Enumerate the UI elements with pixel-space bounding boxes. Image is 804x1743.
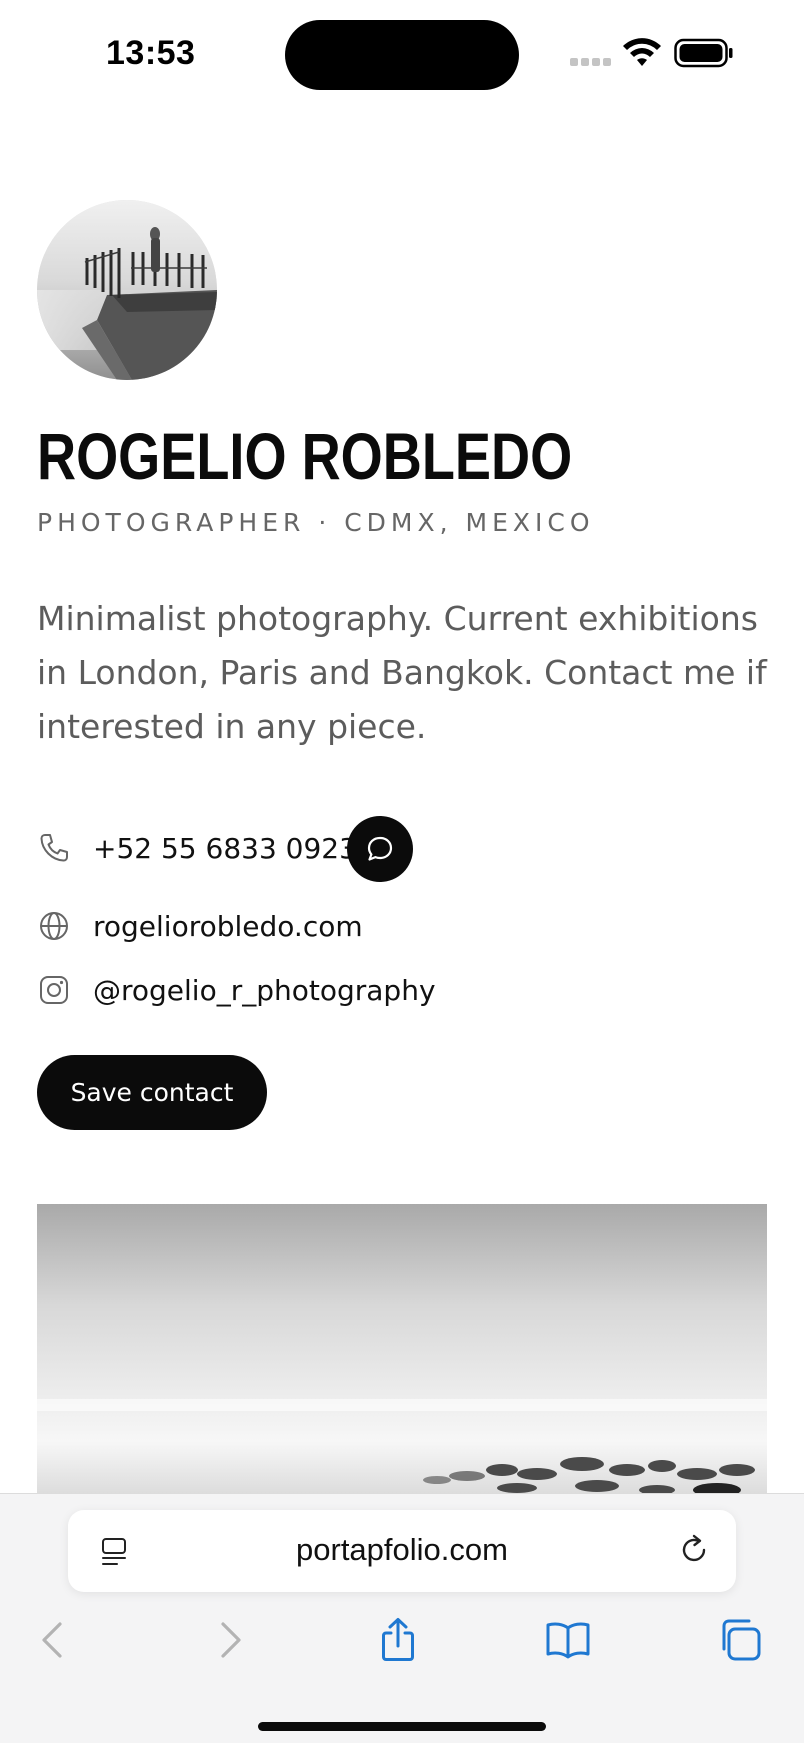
bookmarks-icon[interactable] [544, 1616, 592, 1664]
chat-bubble-icon [367, 836, 393, 861]
phone-row[interactable]: +52 55 6833 0923 [37, 826, 357, 870]
globe-icon [40, 912, 68, 940]
instagram-row[interactable]: @rogelio_r_photography [37, 968, 436, 1012]
website-link[interactable]: rogeliorobledo.com [93, 910, 363, 943]
dynamic-island [285, 20, 519, 90]
avatar-pier-photo [37, 200, 217, 380]
gallery-photo[interactable] [37, 1204, 767, 1494]
seascape-photo [37, 1204, 767, 1494]
battery-icon [674, 38, 733, 68]
share-icon[interactable] [374, 1616, 422, 1664]
instagram-handle[interactable]: @rogelio_r_photography [93, 974, 436, 1007]
save-contact-button[interactable]: Save contact [37, 1055, 267, 1130]
profile-bio: Minimalist photography. Current exhibiti… [37, 599, 767, 746]
signal-icon [570, 58, 612, 66]
phone-number[interactable]: +52 55 6833 0923 [93, 832, 357, 865]
wifi-icon [623, 38, 661, 66]
phone-icon [40, 834, 68, 862]
tabs-icon[interactable] [716, 1616, 764, 1664]
browser-toolbar: portapfolio.com [0, 1493, 804, 1743]
avatar [37, 200, 217, 380]
back-icon[interactable] [30, 1616, 78, 1664]
reload-icon[interactable] [676, 1532, 712, 1568]
forward-icon[interactable] [205, 1616, 253, 1664]
home-indicator[interactable] [258, 1722, 546, 1731]
message-button[interactable] [347, 816, 413, 882]
instagram-icon [40, 976, 68, 1004]
status-bar: 13:53 [0, 0, 804, 110]
status-time: 13:53 [106, 34, 196, 72]
url-text[interactable]: portapfolio.com [68, 1532, 736, 1568]
profile-subtitle: PHOTOGRAPHER · CDMX, MEXICO [37, 508, 595, 537]
profile-name: ROGELIO ROBLEDO [37, 419, 573, 493]
website-row[interactable]: rogeliorobledo.com [37, 904, 363, 948]
address-bar[interactable]: portapfolio.com [68, 1510, 736, 1592]
